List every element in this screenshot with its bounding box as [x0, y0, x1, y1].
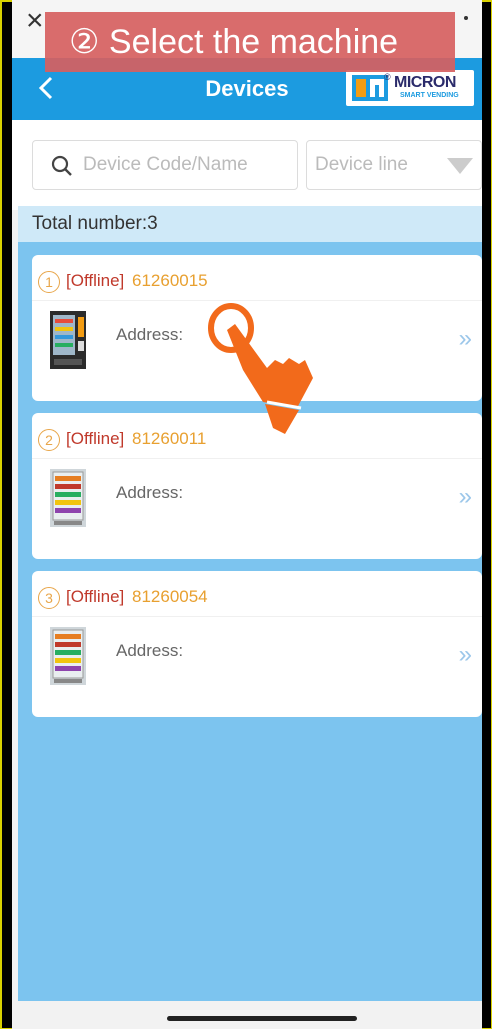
device-card[interactable]: 3 [Offline] 81260054 Address: »: [32, 571, 482, 717]
brand-name: MICRON: [394, 74, 456, 91]
device-address-label: Address:: [116, 641, 184, 660]
phone-screen: × Devices ® MICRON SMART VENDING Device …: [12, 0, 482, 1029]
tutorial-step-banner: ② Select the machine: [45, 12, 455, 72]
tap-hand-pointer-icon: [208, 303, 313, 434]
device-code: 61260015: [132, 271, 208, 290]
device-index-badge: 1: [38, 271, 60, 293]
device-status: [Offline]: [66, 429, 125, 448]
brand-mark-icon: [352, 75, 388, 101]
home-indicator[interactable]: [167, 1016, 357, 1021]
total-bar: Total number:3: [18, 206, 482, 242]
brand-subtitle: SMART VENDING: [400, 92, 459, 99]
device-card-header: 3 [Offline] 81260054: [32, 571, 482, 617]
menu-dot-icon: [464, 16, 468, 20]
device-line-dropdown[interactable]: Device line: [306, 140, 482, 190]
device-code: 81260011: [132, 429, 207, 448]
device-address-label: Address:: [116, 325, 184, 344]
close-icon[interactable]: ×: [26, 6, 44, 36]
fridge-machine-icon: [50, 469, 86, 527]
device-status: [Offline]: [66, 271, 125, 290]
device-code: 81260054: [132, 587, 208, 606]
search-input[interactable]: [83, 141, 293, 189]
fridge-machine-icon: [50, 627, 86, 685]
double-chevron-right-icon[interactable]: »: [459, 483, 473, 511]
triangle-down-icon: [447, 158, 473, 174]
bottom-strip: [12, 1001, 482, 1029]
device-address-label: Address:: [116, 483, 184, 502]
device-status: [Offline]: [66, 587, 125, 606]
vending-machine-icon: [50, 311, 86, 369]
dropdown-label: Device line: [315, 154, 408, 175]
total-count: Total number:3: [32, 213, 158, 234]
brand-logo: ® MICRON SMART VENDING: [346, 70, 474, 106]
device-index-badge: 3: [38, 587, 60, 609]
double-chevron-right-icon[interactable]: »: [459, 325, 473, 353]
search-box[interactable]: [32, 140, 298, 190]
filter-bar: Device line: [12, 120, 482, 210]
device-card-header: 1 [Offline] 61260015: [32, 255, 482, 301]
search-icon: [51, 155, 72, 176]
brand-reg: ®: [384, 72, 391, 82]
double-chevron-right-icon[interactable]: »: [459, 641, 473, 669]
device-index-badge: 2: [38, 429, 60, 451]
